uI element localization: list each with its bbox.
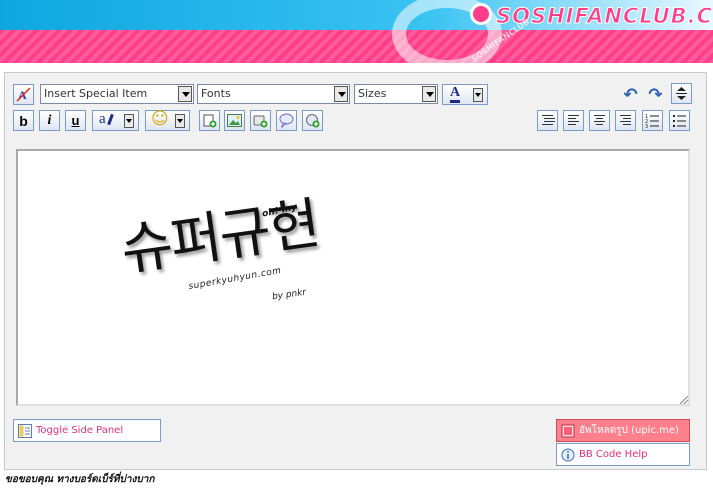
chevron-down-icon[interactable] <box>124 114 134 128</box>
chevron-down-icon[interactable] <box>422 86 436 102</box>
resize-editor-button[interactable] <box>671 83 692 104</box>
insert-media-button[interactable] <box>250 110 271 131</box>
unordered-list-button[interactable] <box>669 110 690 131</box>
redo-button[interactable]: ↷ <box>645 84 666 105</box>
fonts-value: Fonts <box>201 87 231 100</box>
align-center-button[interactable] <box>589 110 610 131</box>
highlight-color-button[interactable]: a <box>92 110 139 131</box>
text-color-icon: A <box>450 86 461 103</box>
insert-quote-button[interactable] <box>276 110 297 131</box>
italic-button[interactable]: i <box>39 110 60 131</box>
special-item-value: Insert Special Item <box>44 87 148 100</box>
highlight-color-icon: a <box>99 111 106 127</box>
bb-code-help-button[interactable]: BB Code Help <box>556 443 690 466</box>
chevron-down-icon[interactable] <box>175 114 185 128</box>
upload-image-label: อัพโหลดรูป (upic.me) <box>579 425 679 436</box>
toggle-side-panel-label: Toggle Side Panel <box>36 425 124 436</box>
speech-bubble-icon <box>279 113 294 128</box>
code-icon <box>306 114 320 128</box>
remove-format-icon: A <box>16 87 31 102</box>
insert-link-button[interactable] <box>199 110 220 131</box>
unordered-list-icon <box>673 115 686 127</box>
chevron-down-icon[interactable] <box>334 86 348 102</box>
ordered-list-button[interactable]: 1 2 3 <box>642 110 663 131</box>
info-icon <box>561 448 575 461</box>
redo-icon: ↷ <box>648 84 663 105</box>
highlight-pen-icon <box>107 113 114 126</box>
undo-icon: ↶ <box>623 84 638 105</box>
sizes-select[interactable]: Sizes <box>354 84 438 104</box>
site-banner: SOSHIFANCLUB.COM SOSHIFANCLUB <box>0 0 713 63</box>
side-panel-icon <box>18 423 32 438</box>
align-right-icon <box>618 114 633 127</box>
media-icon <box>253 115 268 128</box>
text-color-button[interactable]: A <box>442 84 488 105</box>
outdent-button[interactable] <box>537 110 558 131</box>
bold-button[interactable]: b <box>13 110 34 131</box>
ordered-list-icon: 1 2 3 <box>645 114 659 128</box>
image-icon <box>227 114 242 127</box>
insert-image-button[interactable] <box>224 110 245 131</box>
fonts-select[interactable]: Fonts <box>197 84 350 104</box>
align-left-button[interactable] <box>563 110 584 131</box>
svg-text:3: 3 <box>645 124 648 128</box>
align-center-icon <box>592 114 607 127</box>
remove-format-button[interactable]: A <box>13 84 34 105</box>
smiley-icon: ☺ <box>151 109 169 129</box>
undo-button[interactable]: ↶ <box>620 84 641 105</box>
bb-code-help-label: BB Code Help <box>579 449 648 460</box>
outdent-icon <box>540 114 555 127</box>
chevron-down-icon[interactable] <box>178 86 192 102</box>
message-textarea[interactable] <box>16 149 690 406</box>
expand-vertical-icon <box>676 87 687 100</box>
underline-icon: u <box>71 113 80 128</box>
textarea-resize-handle[interactable] <box>680 396 688 404</box>
footer-note: ขอขอบคุณ ทางบอร์ดเบ็ร์ที่บ่างบาก <box>5 474 155 485</box>
insert-link-icon <box>203 114 217 128</box>
upload-icon <box>561 424 575 437</box>
special-item-select[interactable]: Insert Special Item <box>40 84 194 104</box>
chevron-down-icon[interactable] <box>473 88 483 102</box>
toggle-side-panel-button[interactable]: Toggle Side Panel <box>13 419 161 442</box>
italic-icon: i <box>47 112 52 128</box>
banner-stripes <box>0 30 713 63</box>
sizes-value: Sizes <box>358 87 387 100</box>
align-left-icon <box>566 114 581 127</box>
upload-image-button[interactable]: อัพโหลดรูป (upic.me) <box>556 419 690 442</box>
smiley-button[interactable]: ☺ <box>145 110 190 131</box>
align-right-button[interactable] <box>615 110 636 131</box>
underline-button[interactable]: u <box>65 110 86 131</box>
insert-code-button[interactable] <box>302 110 323 131</box>
logo-dot-icon <box>470 3 492 25</box>
bold-icon: b <box>19 112 28 129</box>
